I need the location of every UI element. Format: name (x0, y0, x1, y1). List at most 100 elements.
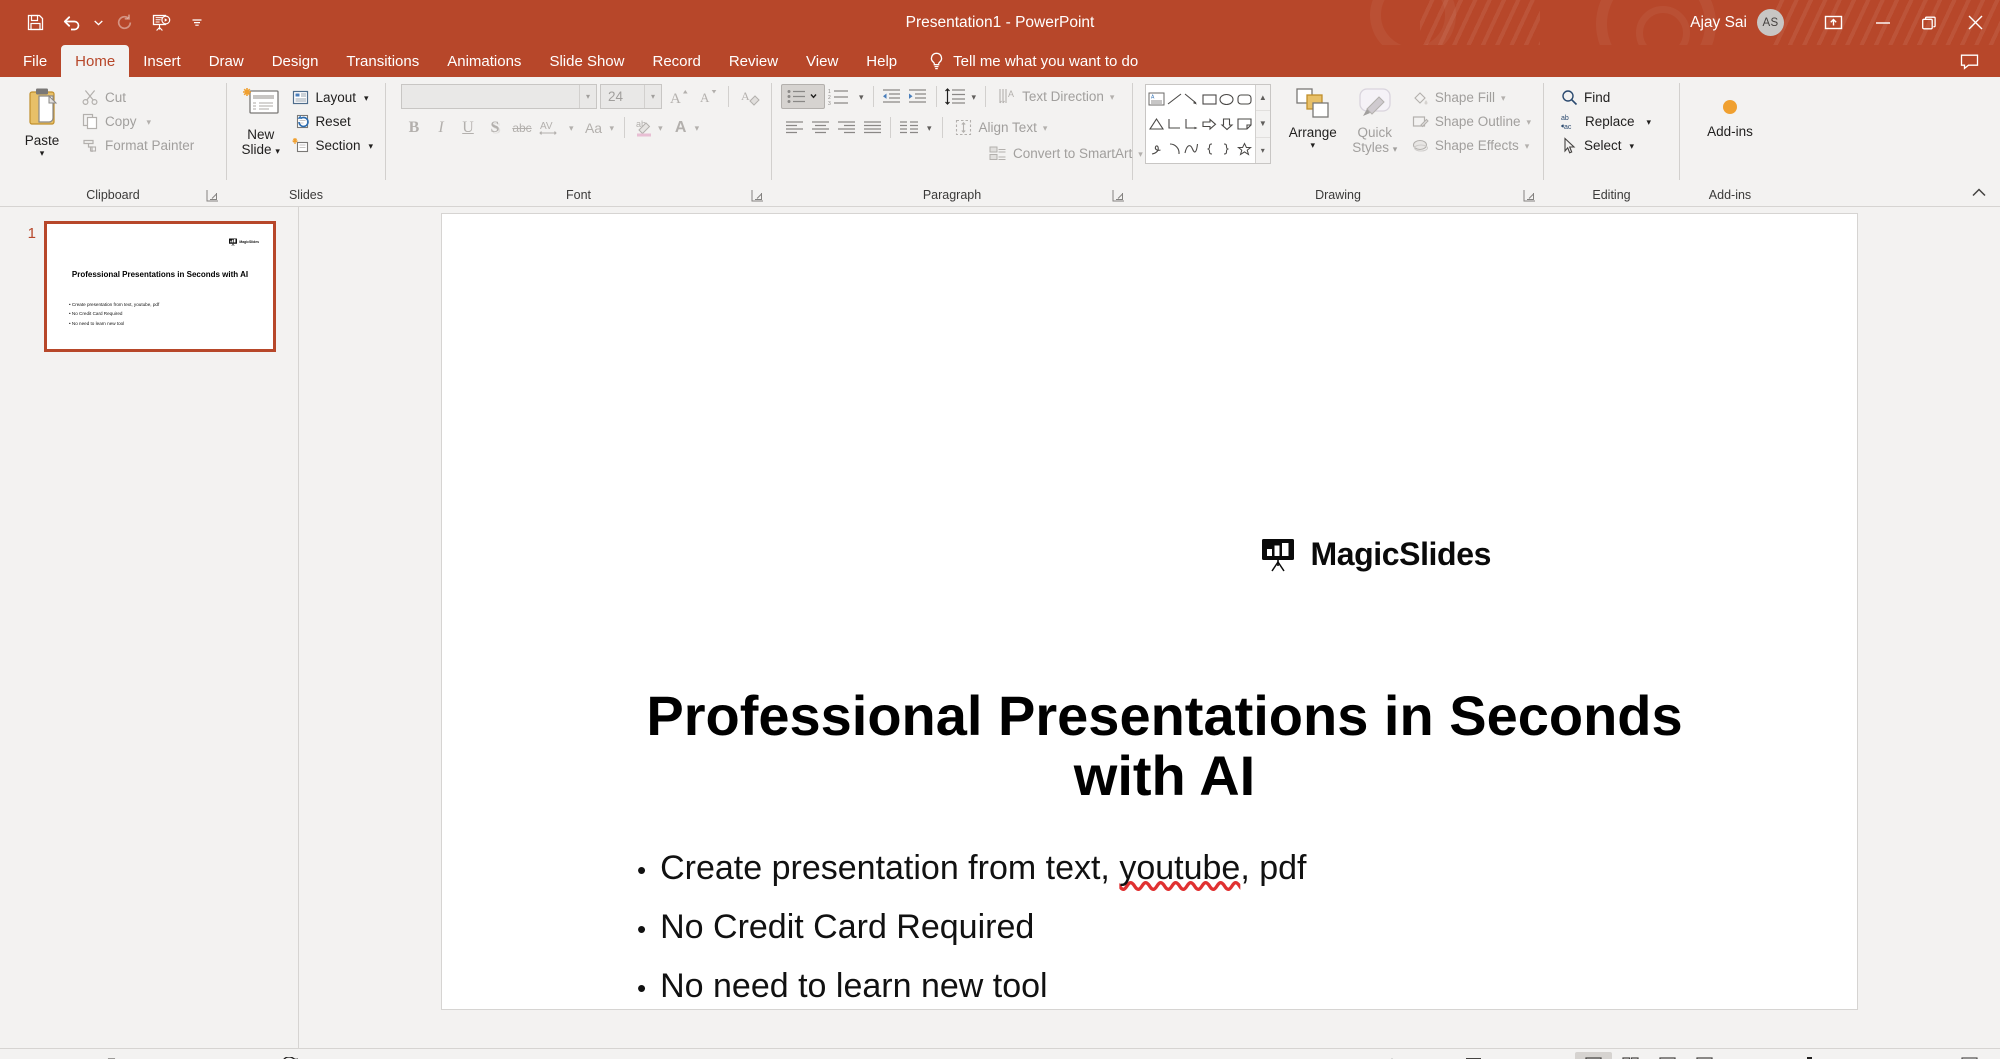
tab-review[interactable]: Review (715, 45, 792, 77)
line-spacing-chevron-down-icon[interactable]: ▾ (972, 92, 977, 101)
ribbon-display-options-icon[interactable] (1806, 0, 1860, 45)
shape-curve-icon[interactable] (1183, 136, 1200, 161)
select-chevron-down-icon[interactable]: ▾ (1630, 141, 1635, 150)
shapes-scroll-up-icon[interactable]: ▲ (1255, 85, 1270, 112)
drawing-dialog-launcher[interactable] (1523, 189, 1537, 203)
avatar[interactable]: AS (1757, 9, 1784, 36)
shape-oval-icon[interactable] (1218, 87, 1235, 112)
shape-rectangle-icon[interactable] (1200, 87, 1217, 112)
paragraph-dialog-launcher[interactable] (1112, 189, 1126, 203)
slide-canvas[interactable]: MagicSlides Professional Presentations i… (441, 213, 1858, 1010)
shape-triangle-icon[interactable] (1148, 112, 1165, 137)
numbering-chevron-down-icon[interactable]: ▾ (859, 92, 864, 101)
shape-right-arrow-icon[interactable] (1200, 112, 1217, 137)
shape-left-brace-icon[interactable] (1200, 136, 1217, 161)
zoom-in-button[interactable]: + (1886, 1055, 1899, 1059)
paste-button[interactable]: Paste ▾ (7, 84, 77, 160)
arrange-button[interactable]: Arrange ▾ (1281, 84, 1345, 152)
select-button[interactable]: Select ▾ (1556, 134, 1656, 157)
shape-scribble-icon[interactable] (1148, 136, 1165, 161)
align-center-icon[interactable] (807, 115, 833, 140)
reading-view-button[interactable] (1649, 1052, 1686, 1059)
shape-elbow-connector-icon[interactable] (1165, 112, 1182, 137)
section-chevron-down-icon[interactable]: ▾ (368, 141, 373, 150)
fit-to-window-button[interactable] (1951, 1052, 1988, 1059)
tell-me-search[interactable]: Tell me what you want to do (911, 45, 1150, 77)
align-right-icon[interactable] (833, 115, 859, 140)
notes-button[interactable]: Notes (1373, 1052, 1453, 1059)
layout-button[interactable]: Layout ▾ (287, 86, 378, 109)
tab-draw[interactable]: Draw (195, 45, 258, 77)
shape-arrow-icon[interactable] (1183, 87, 1200, 112)
find-button[interactable]: Find (1556, 86, 1656, 109)
bullets-icon[interactable] (781, 84, 825, 109)
normal-view-button[interactable] (1575, 1051, 1612, 1059)
zoom-out-button[interactable]: − (1733, 1055, 1746, 1059)
save-button[interactable] (18, 6, 52, 40)
tab-slide-show[interactable]: Slide Show (535, 45, 638, 77)
font-name-combo[interactable]: ▾ (401, 84, 597, 109)
shapes-gallery-more-icon[interactable]: ▾ (1256, 138, 1270, 163)
spellcheck-status-button[interactable] (96, 1052, 135, 1059)
shapes-gallery[interactable]: A ▲ ▼ ▾ (1145, 84, 1271, 164)
increase-indent-icon[interactable] (905, 84, 931, 109)
layout-chevron-down-icon[interactable]: ▾ (364, 93, 369, 102)
section-button[interactable]: Section ▾ (287, 134, 378, 157)
font-dialog-launcher[interactable] (751, 189, 765, 203)
shapes-gallery-scrollbar[interactable]: ▲ ▼ ▾ (1254, 85, 1270, 163)
slide-sorter-button[interactable] (1612, 1052, 1649, 1059)
minimize-icon[interactable] (1860, 0, 1906, 45)
start-slideshow-button[interactable] (144, 6, 178, 40)
add-ins-button[interactable]: Add-ins (1690, 93, 1770, 143)
shape-textbox-icon[interactable]: A (1148, 87, 1165, 112)
customize-quick-access-toolbar-button[interactable] (180, 6, 214, 40)
comments-button[interactable]: Comments (1454, 1052, 1565, 1059)
shapes-scroll-down-icon[interactable]: ▼ (1255, 111, 1270, 138)
tab-transitions[interactable]: Transitions (332, 45, 433, 77)
justify-icon[interactable] (859, 115, 885, 140)
restore-icon[interactable] (1906, 0, 1952, 45)
reset-button[interactable]: Reset (287, 110, 378, 133)
columns-chevron-down-icon[interactable]: ▾ (927, 123, 932, 132)
undo-dropdown-chevron-down-icon[interactable] (90, 6, 106, 40)
tab-help[interactable]: Help (852, 45, 911, 77)
tab-view[interactable]: View (792, 45, 852, 77)
shape-line-icon[interactable] (1165, 87, 1182, 112)
shape-rounded-rectangle-icon[interactable] (1235, 87, 1252, 112)
slide-count-indicator[interactable]: Slide 1 of 1 (6, 1052, 96, 1059)
font-name-chevron-down-icon[interactable]: ▾ (579, 85, 596, 108)
replace-button[interactable]: ab ac Replace ▾ (1556, 110, 1656, 133)
arrange-chevron-down-icon[interactable]: ▾ (1310, 140, 1315, 149)
decrease-indent-icon[interactable] (879, 84, 905, 109)
tab-insert[interactable]: Insert (129, 45, 195, 77)
shape-right-brace-icon[interactable] (1218, 136, 1235, 161)
comments-icon[interactable] (1952, 44, 1986, 78)
shape-arc-icon[interactable] (1165, 136, 1182, 161)
close-icon[interactable] (1952, 0, 1998, 45)
shape-down-arrow-icon[interactable] (1218, 112, 1235, 137)
language-indicator[interactable]: English (India) (135, 1052, 243, 1059)
tab-file[interactable]: File (9, 45, 61, 77)
shape-elbow-arrow-icon[interactable] (1183, 112, 1200, 137)
new-slide-button[interactable]: New Slide ▾ (234, 84, 287, 161)
numbering-icon[interactable]: 123 (825, 84, 855, 109)
undo-button[interactable] (54, 6, 88, 40)
new-slide-chevron-down-icon[interactable]: ▾ (275, 146, 280, 156)
tab-design[interactable]: Design (258, 45, 333, 77)
paste-chevron-down-icon[interactable]: ▾ (40, 148, 45, 157)
tab-home[interactable]: Home (61, 45, 130, 77)
columns-icon[interactable] (896, 115, 922, 140)
slide-show-button[interactable] (1686, 1052, 1723, 1059)
slide-thumbnail-1[interactable]: MagicSlides Professional Presentations i… (44, 221, 276, 352)
accessibility-status-button[interactable]: Accessibility: Investigate (271, 1052, 478, 1059)
align-left-icon[interactable] (781, 115, 807, 140)
tab-animations[interactable]: Animations (433, 45, 535, 77)
slide-body-placeholder[interactable]: • Create presentation from text, youtube… (637, 849, 1307, 1026)
replace-chevron-down-icon[interactable]: ▾ (1647, 117, 1652, 126)
slide-title[interactable]: Professional Presentations in Seconds wi… (612, 686, 1717, 806)
tab-record[interactable]: Record (638, 45, 714, 77)
font-size-chevron-down-icon[interactable]: ▾ (644, 85, 661, 108)
zoom-slider[interactable]: − + (1723, 1055, 1909, 1059)
shape-star-icon[interactable] (1235, 136, 1252, 161)
font-size-combo[interactable]: 24 ▾ (600, 84, 662, 109)
